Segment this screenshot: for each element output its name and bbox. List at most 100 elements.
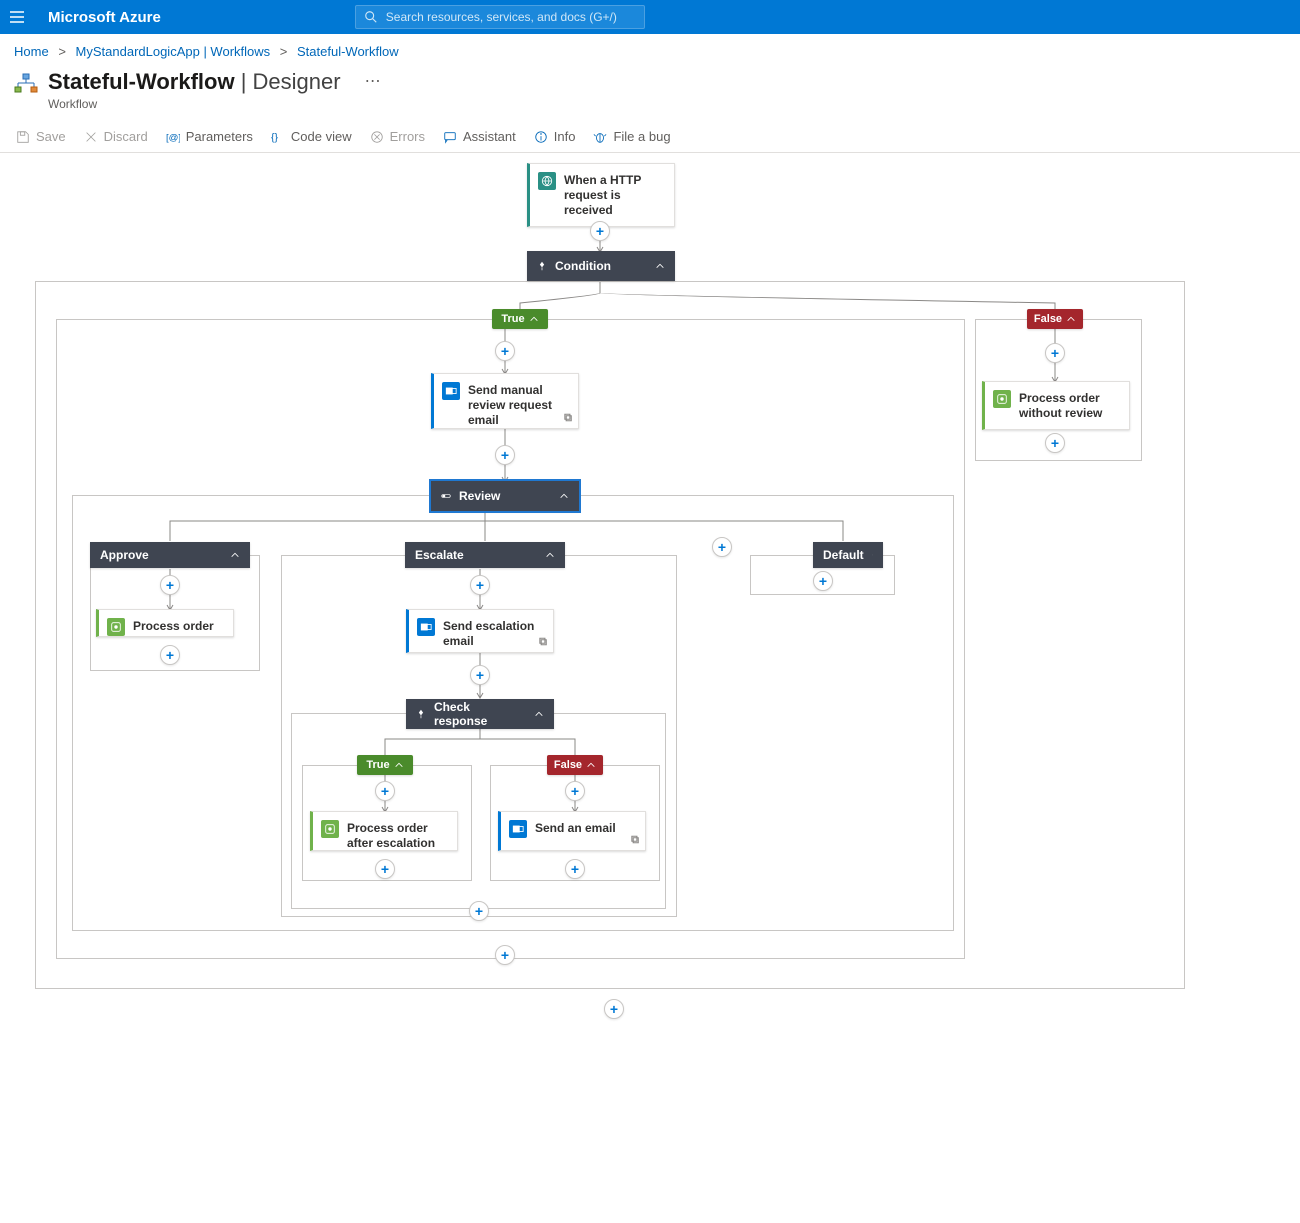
save-button[interactable]: Save	[16, 129, 66, 144]
process-order[interactable]: Process order	[96, 609, 234, 637]
condition-icon	[416, 709, 426, 719]
case-default[interactable]: Default	[813, 542, 883, 568]
pill-false[interactable]: False	[1027, 309, 1083, 329]
add-under-true[interactable]: +	[495, 341, 515, 361]
send-escalation[interactable]: Send escalation email ⧉	[406, 609, 554, 653]
add-after-proc-escalation[interactable]: +	[375, 859, 395, 879]
errors-button[interactable]: Errors	[370, 129, 425, 144]
crumb-workflow[interactable]: Stateful-Workflow	[297, 44, 399, 59]
case-approve-label: Approve	[100, 548, 149, 562]
process-after-escalation[interactable]: Process order after escalation	[310, 811, 458, 851]
pill-inner-true[interactable]: True	[357, 755, 413, 775]
discard-icon	[84, 130, 98, 144]
crumb-app[interactable]: MyStandardLogicApp | Workflows	[76, 44, 271, 59]
codeview-icon: {}	[271, 130, 285, 144]
chevron-up-icon	[559, 491, 569, 501]
add-case[interactable]: +	[712, 537, 732, 557]
send-an-email[interactable]: Send an email ⧉	[498, 811, 646, 851]
add-after-escalation[interactable]: +	[470, 665, 490, 685]
process-without-review[interactable]: Process order without review	[982, 381, 1130, 430]
add-bottom-condition[interactable]: +	[604, 999, 624, 1019]
send-escalation-label: Send escalation email	[443, 618, 545, 649]
add-after-manual-review[interactable]: +	[495, 445, 515, 465]
case-approve[interactable]: Approve	[90, 542, 250, 568]
process-icon	[321, 820, 339, 838]
save-icon	[16, 130, 30, 144]
add-in-escalate[interactable]: +	[470, 575, 490, 595]
errors-icon	[370, 130, 384, 144]
send-manual-review-label: Send manual review request email	[468, 382, 570, 428]
case-escalate-label: Escalate	[415, 548, 464, 562]
svg-text:[@]: [@]	[166, 132, 180, 143]
chevron-up-icon	[230, 550, 240, 560]
page-header: Stateful-Workflow | Designer Workflow ⋯	[0, 63, 1300, 121]
add-after-trigger[interactable]: +	[590, 221, 610, 241]
breadcrumb: Home > MyStandardLogicApp | Workflows > …	[0, 34, 1300, 63]
page-title: Stateful-Workflow | Designer	[48, 69, 341, 95]
chevron-up-icon	[655, 261, 665, 271]
add-bottom-escalate[interactable]: +	[469, 901, 489, 921]
case-default-label: Default	[823, 548, 864, 562]
chevron-up-icon	[545, 550, 555, 560]
trigger-http[interactable]: When a HTTP request is received	[527, 163, 675, 227]
condition-icon	[537, 261, 547, 271]
fileabug-button[interactable]: File a bug	[593, 129, 670, 144]
chevron-up-icon	[586, 760, 596, 770]
process-without-review-label: Process order without review	[1019, 390, 1121, 421]
codeview-button[interactable]: {} Code view	[271, 129, 352, 144]
assistant-button[interactable]: Assistant	[443, 129, 516, 144]
pill-true[interactable]: True	[492, 309, 548, 329]
page-subtitle: Workflow	[48, 97, 341, 111]
process-icon	[107, 618, 125, 636]
discard-button[interactable]: Discard	[84, 129, 148, 144]
command-bar: Save Discard [@] Parameters {} Code view…	[0, 121, 1300, 153]
trigger-label: When a HTTP request is received	[564, 172, 666, 218]
designer-canvas[interactable]: When a HTTP request is received + Condit…	[10, 153, 1210, 1203]
menu-icon[interactable]	[6, 6, 28, 28]
more-icon[interactable]: ⋯	[359, 69, 387, 93]
brand-label: Microsoft Azure	[48, 9, 161, 26]
chevron-up-icon	[394, 760, 404, 770]
chevron-up-icon	[1066, 314, 1076, 324]
outlook-icon	[442, 382, 460, 400]
assistant-icon	[443, 130, 457, 144]
pill-inner-false[interactable]: False	[547, 755, 603, 775]
chevron-up-icon	[534, 709, 544, 719]
workflow-icon	[14, 73, 38, 97]
case-escalate[interactable]: Escalate	[405, 542, 565, 568]
http-icon	[538, 172, 556, 190]
process-icon	[993, 390, 1011, 408]
chevron-up-icon	[872, 550, 873, 560]
review-switch[interactable]: Review	[431, 481, 579, 511]
process-order-label: Process order	[133, 618, 214, 634]
condition-bar[interactable]: Condition	[527, 251, 675, 281]
check-response[interactable]: Check response	[406, 699, 554, 729]
link-icon: ⧉	[564, 412, 572, 425]
switch-icon	[441, 491, 451, 501]
add-inner-true[interactable]: +	[375, 781, 395, 801]
crumb-home[interactable]: Home	[14, 44, 49, 59]
add-in-default[interactable]: +	[813, 571, 833, 591]
info-icon	[534, 130, 548, 144]
check-response-label: Check response	[434, 700, 526, 728]
add-inner-false[interactable]: +	[565, 781, 585, 801]
send-an-email-label: Send an email	[535, 820, 616, 836]
add-after-process-without-review[interactable]: +	[1045, 433, 1065, 453]
outlook-icon	[417, 618, 435, 636]
bug-icon	[593, 130, 607, 144]
outlook-icon	[509, 820, 527, 838]
add-under-false[interactable]: +	[1045, 343, 1065, 363]
search-icon	[364, 10, 378, 24]
process-after-escalation-label: Process order after escalation	[347, 820, 449, 851]
add-after-process-order[interactable]: +	[160, 645, 180, 665]
send-manual-review[interactable]: Send manual review request email ⧉	[431, 373, 579, 429]
parameters-button[interactable]: [@] Parameters	[166, 129, 253, 144]
topbar: Microsoft Azure	[0, 0, 1300, 34]
info-button[interactable]: Info	[534, 129, 576, 144]
link-icon: ⧉	[539, 636, 547, 649]
search-box[interactable]	[355, 5, 645, 29]
add-in-approve[interactable]: +	[160, 575, 180, 595]
search-input[interactable]	[384, 9, 636, 25]
add-bottom-review[interactable]: +	[495, 945, 515, 965]
add-after-send-email[interactable]: +	[565, 859, 585, 879]
